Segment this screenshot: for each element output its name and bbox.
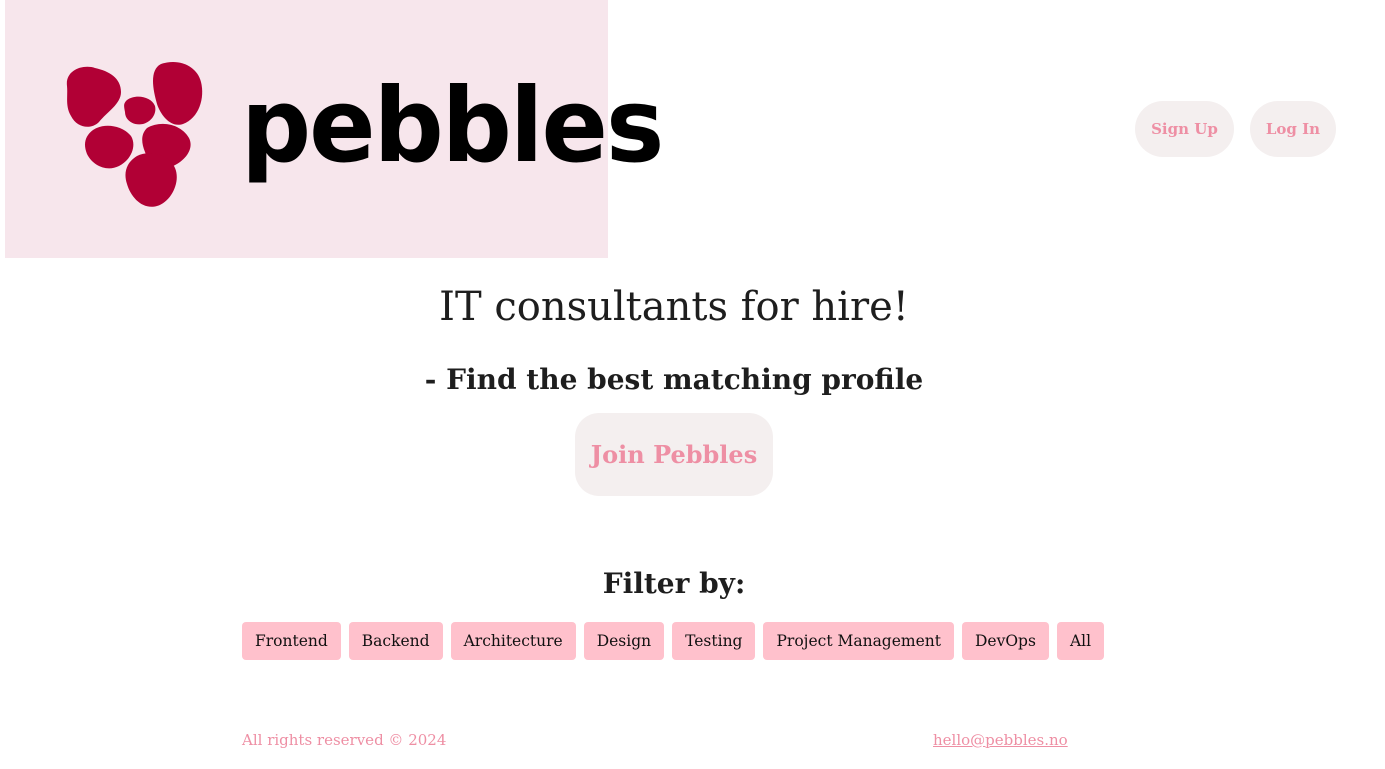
page: pebbles Sign Up Log In IT consultants fo…	[0, 0, 1385, 769]
filter-all-button[interactable]: All	[1056, 622, 1105, 660]
filter-backend-button[interactable]: Backend	[348, 622, 443, 660]
footer-email-link[interactable]: hello@pebbles.no	[933, 731, 1068, 749]
footer-copyright: All rights reserved © 2024	[242, 731, 447, 749]
filter-frontend-button[interactable]: Frontend	[242, 622, 341, 660]
filter-devops-button[interactable]: DevOps	[961, 622, 1049, 660]
sign-up-button[interactable]: Sign Up	[1135, 101, 1234, 157]
join-pebbles-button[interactable]: Join Pebbles	[575, 413, 773, 496]
logo[interactable]: pebbles	[5, 0, 664, 258]
logo-wordmark: pebbles	[241, 66, 664, 187]
top-nav: Sign Up Log In	[1135, 101, 1336, 157]
filter-bar: Frontend Backend Architecture Design Tes…	[242, 622, 1105, 660]
hero-subtitle: - Find the best matching profile	[424, 363, 924, 396]
filter-title: Filter by:	[602, 567, 746, 600]
hero-title: IT consultants for hire!	[439, 284, 909, 330]
filter-design-button[interactable]: Design	[583, 622, 665, 660]
filter-testing-button[interactable]: Testing	[672, 622, 756, 660]
log-in-button[interactable]: Log In	[1249, 101, 1336, 157]
pebbles-heart-icon	[66, 62, 203, 207]
filter-architecture-button[interactable]: Architecture	[450, 622, 576, 660]
filter-project-management-button[interactable]: Project Management	[763, 622, 954, 660]
